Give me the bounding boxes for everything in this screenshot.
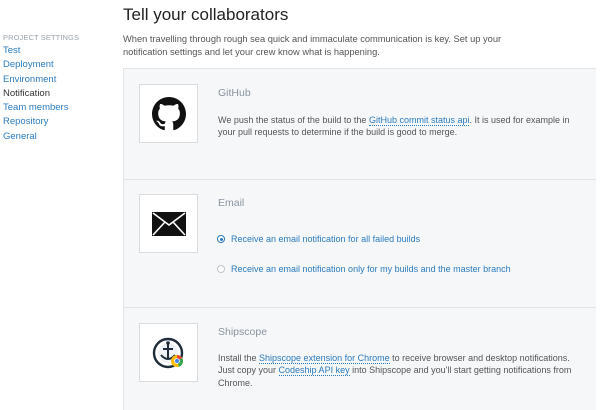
- shipscope-icon-box: [139, 323, 198, 382]
- email-title: Email: [218, 197, 245, 209]
- sidebar-item-environment[interactable]: Environment: [3, 73, 103, 87]
- envelope-icon: [151, 211, 186, 236]
- shipscope-extension-link[interactable]: Shipscope extension for Chrome: [259, 353, 390, 364]
- github-card: GitHub We push the status of the build t…: [124, 69, 596, 180]
- email-option-all-failed[interactable]: Receive an email notification for all fa…: [217, 234, 420, 244]
- shipscope-title: Shipscope: [218, 326, 268, 338]
- github-description: We push the status of the build to the G…: [218, 114, 578, 139]
- github-icon-box: [139, 84, 198, 143]
- email-option-all-failed-label: Receive an email notification for all fa…: [231, 234, 421, 244]
- sidebar-item-deployment[interactable]: Deployment: [3, 58, 103, 72]
- shipscope-icon: [152, 337, 183, 368]
- github-commit-status-link[interactable]: GitHub commit status api: [368, 115, 470, 126]
- sidebar-heading: PROJECT SETTINGS: [3, 33, 80, 42]
- sidebar-item-general[interactable]: General: [3, 130, 103, 144]
- shipscope-description: Install the Shipscope extension for Chro…: [218, 352, 578, 389]
- sidebar-item-test[interactable]: Test: [3, 44, 103, 58]
- github-icon: [151, 96, 186, 130]
- page-title: Tell your collaborators: [123, 5, 289, 24]
- codeship-api-key-link[interactable]: Codeship API key: [278, 365, 350, 377]
- notification-panel: GitHub We push the status of the build t…: [123, 68, 596, 410]
- project-settings-sidebar: PROJECT SETTINGS Test Deployment Environ…: [3, 33, 103, 144]
- shipscope-card: Shipscope Install the Shipscope extensio…: [124, 308, 596, 410]
- intro-text: When travelling through rough sea quick …: [123, 34, 502, 57]
- shipscope-desc-text-1: Install the: [218, 353, 260, 363]
- email-option-my-builds[interactable]: Receive an email notification only for m…: [217, 264, 511, 274]
- email-card: Email Receive an email notification for …: [124, 180, 596, 308]
- sidebar-item-team-members[interactable]: Team members: [3, 101, 103, 115]
- sidebar-item-repository[interactable]: Repository: [3, 115, 103, 129]
- github-title: GitHub: [218, 87, 251, 99]
- sidebar-item-notification[interactable]: Notification: [3, 87, 103, 101]
- radio-unchecked-icon[interactable]: [217, 265, 225, 273]
- email-option-my-builds-label: Receive an email notification only for m…: [231, 264, 511, 274]
- github-desc-text-1: We push the status of the build to the: [218, 115, 369, 125]
- envelope-icon-box: [139, 194, 198, 253]
- radio-checked-icon[interactable]: [217, 235, 225, 243]
